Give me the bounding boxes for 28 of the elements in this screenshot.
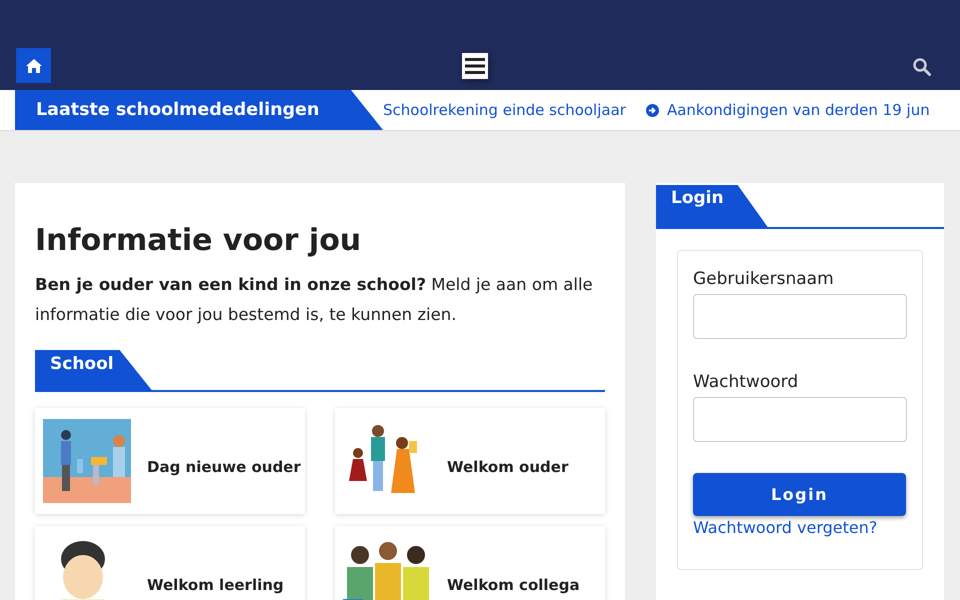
login-button[interactable]: Login: [693, 473, 906, 516]
menu-icon: [465, 58, 485, 74]
news-link[interactable]: Aankondigingen van derden 19 jun: [646, 101, 930, 119]
section-heading: School: [35, 350, 152, 390]
home-icon: [26, 58, 42, 72]
post-card[interactable]: Welkom leerling: [35, 526, 305, 600]
home-button[interactable]: [16, 48, 51, 83]
search-icon: [913, 58, 931, 76]
login-heading: Login: [656, 185, 768, 227]
page-title: Informatie voor jou: [35, 223, 362, 258]
search-button[interactable]: [911, 56, 933, 78]
arrow-circle-icon: [646, 104, 659, 116]
menu-button[interactable]: [462, 53, 488, 79]
post-card[interactable]: Welkom collega: [335, 526, 605, 600]
ticker-label: Laatste schoolmededelingen: [15, 90, 383, 130]
username-field[interactable]: [693, 294, 907, 339]
news-link[interactable]: Schoolrekening einde schooljaar: [383, 101, 626, 119]
post-card[interactable]: Welkom ouder: [335, 408, 605, 514]
password-field[interactable]: [693, 397, 907, 442]
post-title: Welkom ouder: [447, 457, 570, 478]
password-label: Wachtwoord: [693, 372, 800, 392]
post-card[interactable]: Dag nieuwe ouder: [35, 408, 305, 514]
post-title: Dag nieuwe ouder: [147, 457, 302, 478]
post-title: Welkom leerling: [147, 575, 285, 596]
post-title: Welkom collega: [447, 575, 581, 596]
forgot-password-link[interactable]: Wachtwoord vergeten?: [693, 518, 907, 537]
intro-text: Ben je ouder van een kind in onze school? Meld je aan om alle informatie die voor jou bestemd is, te kunnen zien.: [35, 274, 594, 326]
username-label: Gebruikersnaam: [693, 269, 835, 289]
